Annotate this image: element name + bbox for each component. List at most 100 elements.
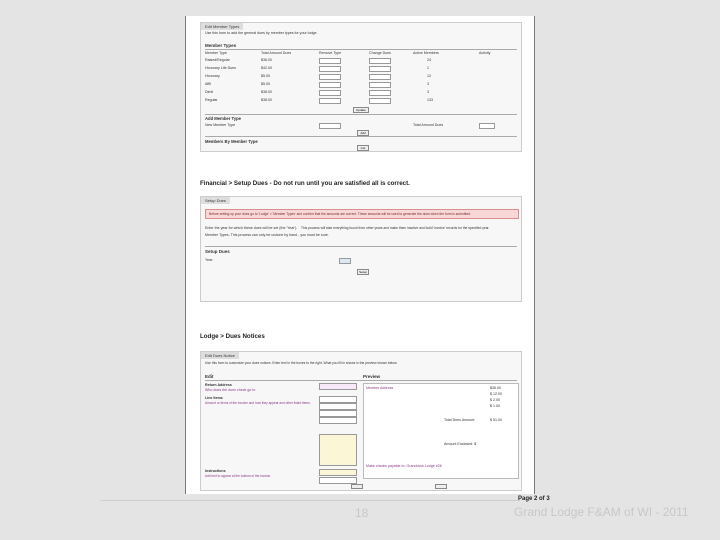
panel-tab[interactable]: Setup Dues xyxy=(201,197,230,204)
panel-tab[interactable]: Edit Member Types xyxy=(201,23,244,30)
row-type: Regular xyxy=(205,98,218,102)
year-input[interactable] xyxy=(339,258,351,264)
setup-submit-button[interactable]: Setup xyxy=(357,269,369,275)
add-type-heading: Add Member Type xyxy=(205,116,241,121)
line-item-field[interactable] xyxy=(319,410,357,417)
divider xyxy=(205,380,517,381)
preview-button[interactable] xyxy=(435,484,447,489)
col-type: Member Type xyxy=(205,51,227,55)
row-dues: $5.00 xyxy=(261,74,270,78)
change-field[interactable] xyxy=(369,74,391,80)
return-address-sub: Who does the dues check go to xyxy=(205,388,256,392)
row-count: 12 xyxy=(427,74,431,78)
new-total-input[interactable] xyxy=(479,123,495,129)
setup-dues-panel: Setup Dues Before setting up your dues g… xyxy=(200,196,522,302)
setup-note: Enter the year for which these dues will… xyxy=(205,226,298,230)
instructions-field[interactable] xyxy=(319,477,357,484)
col-change: Change Dues xyxy=(369,51,391,55)
remove-field[interactable] xyxy=(319,90,341,96)
panel-intro: Use this form to customize your dues not… xyxy=(205,361,398,365)
row-dues: $5.00 xyxy=(261,82,270,86)
change-field[interactable] xyxy=(369,58,391,64)
dues-notices-title: Lodge > Dues Notices xyxy=(200,333,265,340)
preview-pane: Member Address $36.00 $ 12.00 $ 2.00 $ 1… xyxy=(363,383,519,479)
col-remove: Remove Type xyxy=(319,51,342,55)
edit-heading: Edit xyxy=(205,374,214,379)
preview-heading: Preview xyxy=(363,374,381,379)
list-button[interactable]: List xyxy=(357,145,369,151)
row-count: 24 xyxy=(427,58,431,62)
page-label: Page 2 of 3 xyxy=(518,496,550,502)
row-type: Honorary Life Dues xyxy=(205,66,236,70)
change-field[interactable] xyxy=(369,66,391,72)
remove-field[interactable] xyxy=(319,66,341,72)
footer-rule xyxy=(100,500,520,501)
change-field[interactable] xyxy=(369,90,391,96)
return-address-field[interactable] xyxy=(319,383,357,390)
new-total-label: Total Amount Dues xyxy=(413,123,444,127)
line-items-label: Line Items xyxy=(205,396,223,400)
divider xyxy=(205,114,517,115)
setup-dues-title: Financial > Setup Dues - Do not run unti… xyxy=(200,180,410,187)
preview-total: $ 51.00 xyxy=(490,418,502,422)
line-items-sub: Amount or items of the invoice and how t… xyxy=(205,401,311,405)
row-dues: $38.00 xyxy=(261,98,272,102)
footer-organization: Grand Lodge F&AM of WI - 2011 xyxy=(514,505,689,519)
divider xyxy=(205,246,517,247)
preview-total-label: Total Dues Amount: xyxy=(444,418,476,422)
change-field[interactable] xyxy=(369,98,391,104)
row-type: Raised/Regular xyxy=(205,58,230,62)
panel-intro: Use this form to add the general dues by… xyxy=(205,31,318,35)
dues-notices-panel: Edit Dues Notice Use this form to custom… xyxy=(200,351,522,491)
instructions-field[interactable] xyxy=(319,469,357,476)
alert-text: Before setting up your dues go to 'Lodge… xyxy=(209,212,471,216)
setup-note: This process will take everything found … xyxy=(301,226,490,230)
notes-field[interactable] xyxy=(319,434,357,466)
row-count: 3 xyxy=(427,82,429,86)
update-button[interactable]: Update xyxy=(353,107,369,113)
instructions-label: Instructions xyxy=(205,469,226,473)
line-item-field[interactable] xyxy=(319,417,357,424)
preview-address: Member Address xyxy=(366,386,394,390)
row-count: 3 xyxy=(427,90,429,94)
remove-field[interactable] xyxy=(319,74,341,80)
row-type: Dimit xyxy=(205,90,214,94)
return-address-label: Return Address xyxy=(205,383,232,387)
save-button[interactable] xyxy=(351,484,363,489)
col-dues: Total Amount Dues xyxy=(261,51,292,55)
change-field[interactable] xyxy=(369,82,391,88)
col-active: Active Members xyxy=(413,51,439,55)
line-item-field[interactable] xyxy=(319,396,357,403)
row-count: 133 xyxy=(427,98,433,102)
remove-field[interactable] xyxy=(319,58,341,64)
row-dues: $42.00 xyxy=(261,66,272,70)
slide: Edit Member Types Use this form to add t… xyxy=(0,0,720,540)
new-type-input[interactable] xyxy=(319,123,341,129)
row-dues: $38.00 xyxy=(261,90,272,94)
member-types-panel: Edit Member Types Use this form to add t… xyxy=(200,22,522,152)
row-dues: $36.00 xyxy=(261,58,272,62)
slide-number: 18 xyxy=(355,506,369,520)
row-count: 1 xyxy=(427,66,429,70)
preview-amount: $ 1.00 xyxy=(490,404,500,408)
by-type-heading: Members By Member Type xyxy=(205,139,258,144)
divider xyxy=(205,136,517,137)
instructions-sub: Add text to appear at the bottom of the … xyxy=(205,474,272,478)
preview-amount: $ 12.00 xyxy=(490,392,502,396)
row-type: Affil xyxy=(205,82,211,86)
preview-amount: $ 2.00 xyxy=(490,398,500,402)
remove-field[interactable] xyxy=(319,82,341,88)
screenshot-frame: Edit Member Types Use this form to add t… xyxy=(185,16,535,494)
preview-enclosed: Amount Enclosed: $ xyxy=(444,442,477,446)
warning-alert: Before setting up your dues go to 'Lodge… xyxy=(205,209,519,219)
line-item-field[interactable] xyxy=(319,403,357,410)
preview-footer: Make checks payable to: Grandview Lodge … xyxy=(366,464,442,468)
preview-amount: $36.00 xyxy=(490,386,501,390)
row-type: Honorary xyxy=(205,74,220,78)
setup-heading: Setup Dues xyxy=(205,249,230,254)
panel-tab[interactable]: Edit Dues Notice xyxy=(201,352,239,359)
col-activity: Activity xyxy=(479,51,491,55)
setup-note: Member Types. This process can only be u… xyxy=(205,233,329,237)
divider xyxy=(205,49,517,50)
remove-field[interactable] xyxy=(319,98,341,104)
